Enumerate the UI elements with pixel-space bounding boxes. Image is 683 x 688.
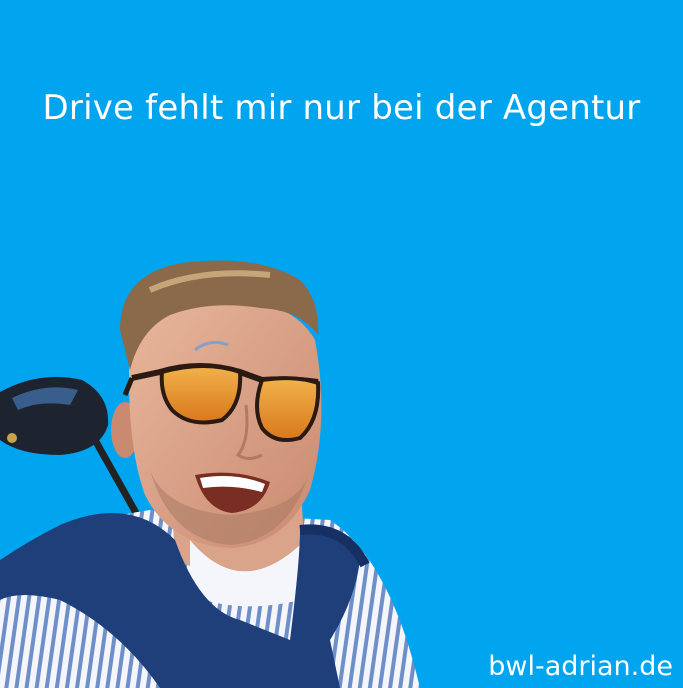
meme-headline: Drive fehlt mir nur bei der Agentur (42, 88, 641, 128)
site-watermark: bwl-adrian.de (488, 651, 673, 682)
golf-driver-icon (0, 376, 109, 455)
meme-canvas: Drive fehlt mir nur bei der Agentur bwl-… (0, 0, 683, 688)
